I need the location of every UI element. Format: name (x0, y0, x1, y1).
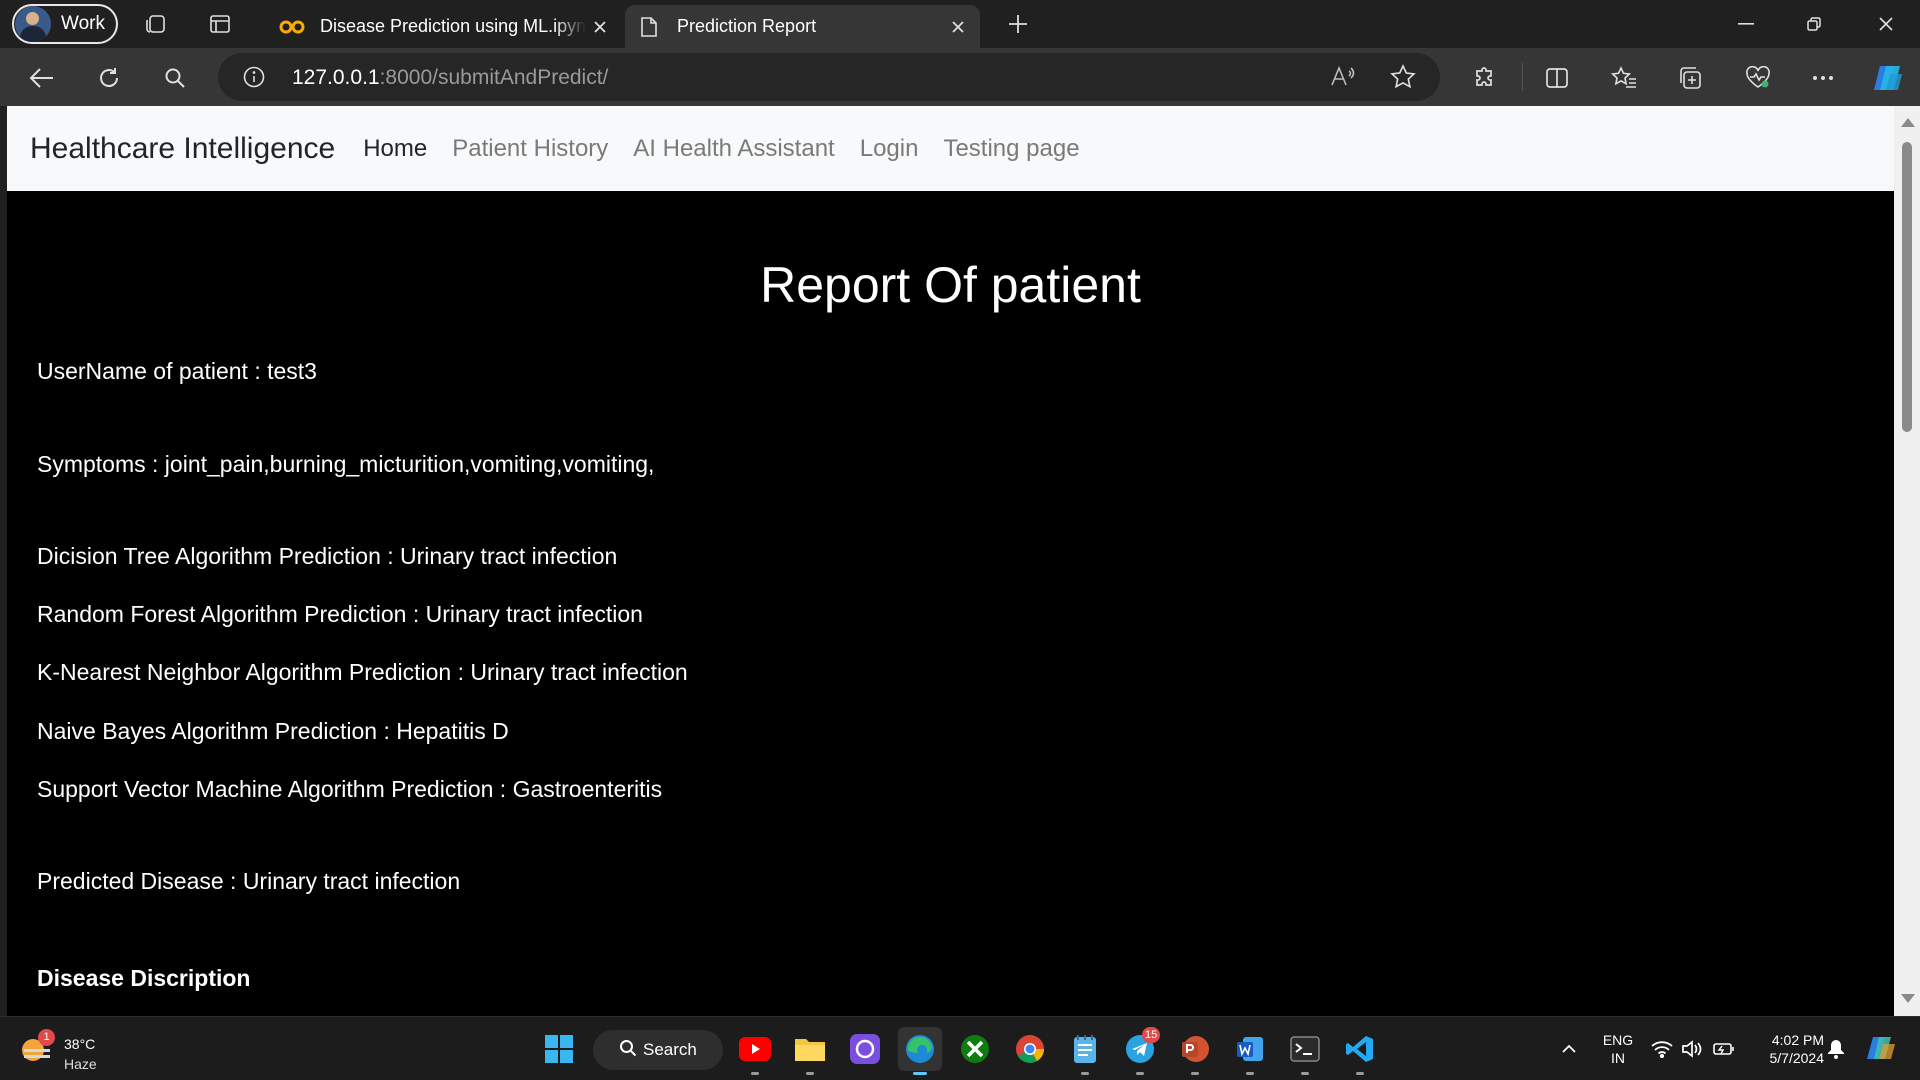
patient-username: UserName of patient : test3 (37, 358, 317, 384)
new-tab-icon[interactable] (1002, 8, 1034, 40)
toolbar-separator (1522, 63, 1523, 91)
url-text[interactable]: 127.0.0.1:8000/submitAndPredict/ (292, 66, 608, 90)
search-label: Search (643, 1040, 697, 1059)
close-tab-icon[interactable] (944, 13, 972, 41)
input-language-indicator[interactable]: ENG IN (1598, 1031, 1638, 1067)
clock-time: 4:02 PM (1771, 1032, 1824, 1048)
tab-disease-prediction[interactable]: Disease Prediction using ML.ipynb (268, 5, 622, 48)
weather-badge: 1 (38, 1029, 55, 1046)
word-app-icon[interactable] (1228, 1027, 1272, 1075)
disease-description-heading: Disease Discription (37, 965, 251, 991)
notification-bell-icon[interactable] (1824, 1037, 1848, 1061)
svm-prediction: Support Vector Machine Algorithm Predict… (37, 776, 663, 802)
youtube-app-icon[interactable] (733, 1027, 777, 1075)
scroll-up-arrow-icon[interactable] (1901, 118, 1915, 127)
edge-browser-icon[interactable] (898, 1027, 942, 1075)
address-bar[interactable]: 127.0.0.1:8000/submitAndPredict/ (218, 53, 1440, 101)
extensions-icon[interactable] (1468, 61, 1502, 95)
knn-prediction: K-Nearest Neighbor Algorithm Prediction … (37, 659, 688, 685)
patient-symptoms: Symptoms : joint_pain,burning_micturitio… (37, 451, 655, 477)
random-forest-prediction: Random Forest Algorithm Prediction : Uri… (37, 601, 643, 627)
weather-temperature: 38°C (64, 1036, 96, 1052)
nav-testing-page[interactable]: Testing page (943, 135, 1079, 163)
workspaces-icon[interactable] (140, 8, 172, 40)
colab-icon (278, 13, 306, 41)
battery-icon[interactable] (1712, 1037, 1736, 1061)
page-viewport: Healthcare Intelligence Home Patient His… (7, 106, 1894, 1016)
windows-taskbar: 1 38°C Haze Search 15 ENG IN 4:02 PM 5/7… (0, 1016, 1920, 1080)
search-icon (619, 1039, 637, 1062)
tab-title: Prediction Report (677, 16, 817, 36)
nav-patient-history[interactable]: Patient History (452, 135, 608, 163)
copilot-taskbar-icon[interactable] (1864, 1037, 1898, 1061)
browser-toolbar: 127.0.0.1:8000/submitAndPredict/ (0, 48, 1920, 106)
tab-actions-icon[interactable] (204, 8, 236, 40)
minimize-icon[interactable] (1712, 0, 1780, 48)
start-button[interactable] (537, 1027, 581, 1071)
file-explorer-icon[interactable] (788, 1027, 832, 1075)
site-navbar: Healthcare Intelligence Home Patient His… (7, 106, 1894, 191)
page-scrollbar[interactable] (1894, 106, 1920, 1016)
tab-title: Disease Prediction using ML.ipynb (320, 16, 586, 36)
language-code: ENG (1602, 1032, 1634, 1048)
predicted-disease: Predicted Disease : Urinary tract infect… (37, 868, 461, 894)
scrollbar-thumb[interactable] (1902, 142, 1912, 432)
nav-ai-health-assistant[interactable]: AI Health Assistant (633, 135, 834, 163)
profile-avatar (15, 6, 51, 42)
report-content: Report Of patient UserName of patient : … (7, 191, 1894, 1016)
search-icon[interactable] (158, 61, 192, 95)
volume-icon[interactable] (1680, 1037, 1704, 1061)
profile-button[interactable]: Work (12, 4, 118, 44)
split-screen-icon[interactable] (1540, 61, 1574, 95)
more-menu-icon[interactable] (1806, 61, 1840, 95)
brand-link[interactable]: Healthcare Intelligence (30, 132, 335, 166)
chrome-app-icon[interactable] (1008, 1027, 1052, 1071)
profile-label: Work (61, 13, 105, 34)
weather-widget[interactable]: 1 38°C Haze (22, 1029, 132, 1073)
read-aloud-icon[interactable] (1330, 65, 1356, 94)
powerpoint-app-icon[interactable] (1173, 1027, 1217, 1075)
wifi-icon[interactable] (1650, 1037, 1674, 1061)
favorite-star-icon[interactable] (1390, 64, 1416, 95)
nav-home[interactable]: Home (363, 135, 427, 163)
region-code: IN (1611, 1050, 1625, 1066)
clock-date: 5/7/2024 (1769, 1050, 1825, 1066)
browser-tab-strip: Work Disease Prediction using ML.ipynb P… (0, 0, 1920, 48)
telegram-app-icon[interactable]: 15 (1118, 1027, 1162, 1075)
notepad-app-icon[interactable] (1063, 1027, 1107, 1075)
site-info-icon[interactable] (243, 66, 265, 93)
telegram-badge: 15 (1142, 1027, 1161, 1043)
tab-prediction-report[interactable]: Prediction Report (625, 5, 980, 48)
taskbar-search[interactable]: Search (593, 1030, 723, 1070)
favorites-icon[interactable] (1607, 61, 1641, 95)
vscode-app-icon[interactable] (1338, 1027, 1382, 1075)
naive-bayes-prediction: Naive Bayes Algorithm Prediction : Hepat… (37, 718, 509, 744)
decision-tree-prediction: Dicision Tree Algorithm Prediction : Uri… (37, 543, 618, 569)
nav-login[interactable]: Login (860, 135, 919, 163)
xbox-app-icon[interactable] (953, 1027, 997, 1071)
photos-app-icon[interactable] (843, 1027, 887, 1071)
collections-icon[interactable] (1674, 61, 1708, 95)
back-icon[interactable] (25, 61, 59, 95)
terminal-app-icon[interactable] (1283, 1027, 1327, 1075)
scroll-down-arrow-icon[interactable] (1901, 994, 1915, 1003)
restore-icon[interactable] (1780, 0, 1848, 48)
system-clock[interactable]: 4:02 PM 5/7/2024 (1748, 1031, 1825, 1067)
close-window-icon[interactable] (1852, 0, 1920, 48)
browser-essentials-icon[interactable] (1741, 61, 1775, 95)
refresh-icon[interactable] (92, 61, 126, 95)
close-tab-icon[interactable] (586, 13, 614, 41)
page-icon (635, 13, 663, 41)
page-title: Report Of patient (760, 257, 1141, 313)
weather-condition: Haze (64, 1056, 97, 1072)
show-hidden-icons-chevron-icon[interactable] (1557, 1037, 1581, 1061)
copilot-icon[interactable] (1868, 61, 1908, 95)
